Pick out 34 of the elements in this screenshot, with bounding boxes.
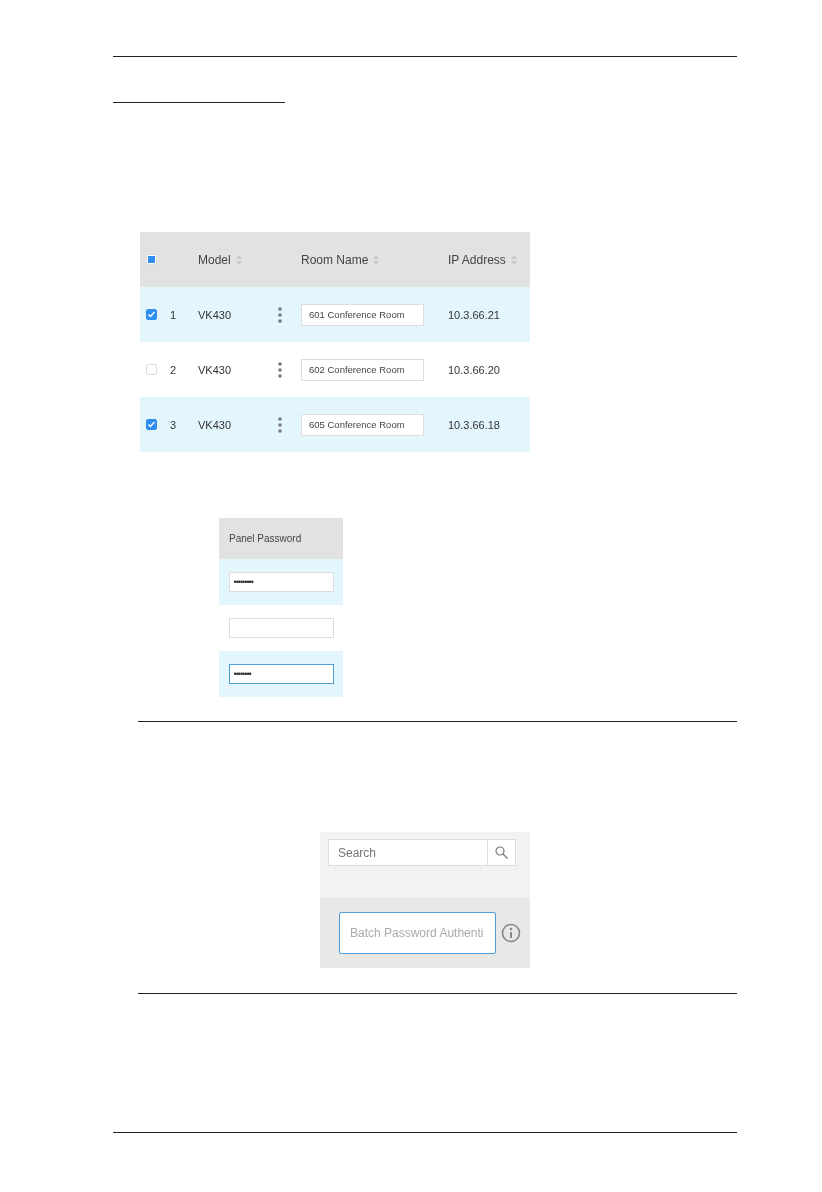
password-field[interactable]: •••••••• [228, 664, 334, 684]
password-field[interactable] [228, 618, 334, 638]
row-checkbox[interactable] [146, 309, 157, 320]
column-header[interactable]: Model [198, 252, 278, 267]
search-field[interactable]: Search [329, 840, 487, 865]
search-bar[interactable]: Search [328, 839, 516, 866]
select-all-checkbox[interactable] [146, 254, 157, 265]
table-row[interactable]: ••••••••• [219, 559, 343, 605]
model-cell-text: VK430 [198, 418, 233, 431]
info-icon[interactable] [501, 923, 521, 943]
ip-address-cell-text: 10.3.66.20 [448, 363, 501, 376]
row-number: 3 [170, 418, 178, 431]
model-cell-text: VK430 [198, 363, 233, 376]
ip-address-cell-text: 10.3.66.21 [448, 308, 501, 321]
table-row[interactable]: 1 VK430 601 Conference Room 10.3.66.21 [140, 287, 530, 342]
row-checkbox[interactable] [146, 419, 157, 430]
table-row[interactable]: •••••••• [219, 651, 343, 697]
more-icon[interactable] [278, 306, 282, 323]
row-number: 2 [170, 363, 178, 376]
column-header[interactable]: IP Address [448, 252, 530, 267]
column-header[interactable]: Room Name [301, 252, 448, 267]
room-name-field[interactable]: 605 Conference Room [301, 413, 424, 436]
search-icon [495, 846, 508, 859]
column-header: Panel Password [229, 533, 302, 544]
password-field[interactable]: ••••••••• [228, 572, 334, 592]
room-name-field[interactable]: 601 Conference Room [301, 303, 424, 326]
model-cell-text: VK430 [198, 308, 233, 321]
row-number: 1 [170, 308, 178, 321]
table-row[interactable]: 3 VK430 605 Conference Room 10.3.66.18 [140, 397, 530, 452]
more-icon[interactable] [278, 416, 282, 433]
ip-address-cell-text: 10.3.66.18 [448, 418, 501, 431]
batch-password-field[interactable]: Batch Password Authenti [339, 912, 496, 954]
room-name-field[interactable]: 602 Conference Room [301, 358, 424, 381]
more-icon[interactable] [278, 361, 282, 378]
